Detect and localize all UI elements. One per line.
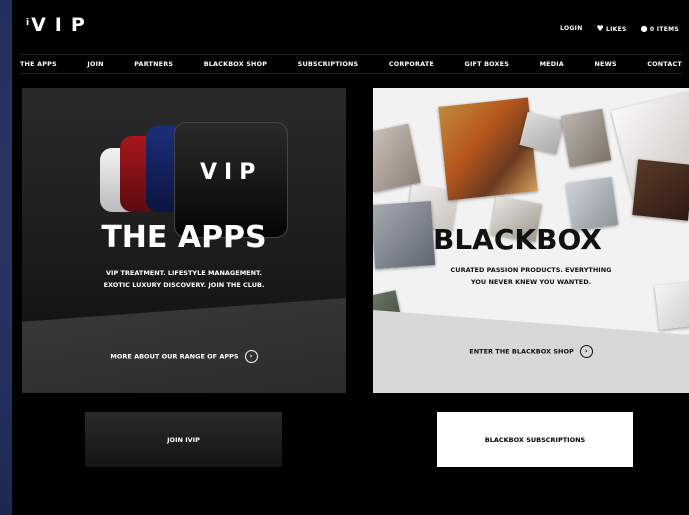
product-photo bbox=[632, 159, 689, 221]
panel-background-wedge bbox=[22, 298, 346, 393]
nav-item-news[interactable]: NEWS bbox=[595, 60, 617, 68]
apps-panel[interactable]: VIP THE APPS VIP TREATMENT. LIFESTYLE MA… bbox=[22, 88, 346, 393]
nav-item-join[interactable]: JOIN bbox=[87, 60, 103, 68]
likes-link[interactable]: ♥ LIKES bbox=[597, 24, 627, 33]
arrow-right-circle-icon: › bbox=[244, 350, 258, 363]
blackbox-title: BLACKBOX bbox=[433, 223, 602, 256]
apps-subtitle-line-1: VIP TREATMENT. LIFESTYLE MANAGEMENT. bbox=[106, 269, 262, 277]
nav-item-subscriptions[interactable]: SUBSCRIPTIONS bbox=[298, 60, 359, 68]
join-button-label: JOIN IVIP bbox=[167, 435, 200, 444]
subscriptions-button[interactable]: BLACKBOX SUBSCRIPTIONS bbox=[437, 412, 633, 467]
logo-text: VIP bbox=[31, 14, 94, 36]
basket-label: 0 ITEMS bbox=[649, 26, 679, 33]
nav-item-gift-boxes[interactable]: GIFT BOXES bbox=[465, 60, 510, 68]
logo[interactable]: iVIP bbox=[26, 14, 94, 36]
product-photo bbox=[560, 108, 612, 168]
product-photo bbox=[373, 123, 421, 193]
apps-subtitle: VIP TREATMENT. LIFESTYLE MANAGEMENT. EXO… bbox=[22, 267, 346, 291]
blackbox-shop-link[interactable]: ENTER THE BLACKBOX SHOP › bbox=[373, 345, 689, 358]
heart-icon: ♥ bbox=[596, 24, 604, 33]
site-container: iVIP LOGIN ♥ LIKES ● 0 ITEMS THE APPS JOIN… bbox=[12, 0, 689, 515]
app-card-logo: VIP bbox=[200, 160, 263, 185]
blackbox-subtitle-line-2: YOU NEVER KNEW YOU WANTED. bbox=[470, 278, 592, 286]
apps-more-link[interactable]: MORE ABOUT OUR RANGE OF APPS › bbox=[22, 350, 346, 363]
join-button[interactable]: JOIN IVIP bbox=[85, 412, 282, 467]
subscriptions-button-label: BLACKBOX SUBSCRIPTIONS bbox=[484, 435, 586, 444]
blackbox-subtitle: CURATED PASSION PRODUCTS. EVERYTHING YOU… bbox=[373, 264, 689, 288]
apps-title: THE APPS bbox=[101, 220, 267, 255]
product-photo bbox=[373, 200, 436, 270]
blackbox-shop-link-label: ENTER THE BLACKBOX SHOP bbox=[469, 347, 574, 356]
main-nav: THE APPS JOIN PARTNERS BLACKBOX SHOP SUB… bbox=[20, 54, 682, 74]
product-photo bbox=[654, 282, 689, 330]
nav-item-blackbox-shop[interactable]: BLACKBOX SHOP bbox=[204, 60, 267, 68]
nav-item-partners[interactable]: PARTNERS bbox=[134, 60, 173, 68]
apps-more-link-label: MORE ABOUT OUR RANGE OF APPS bbox=[110, 352, 239, 361]
arrow-right-circle-icon: › bbox=[579, 345, 593, 358]
account-links: LOGIN ♥ LIKES ● 0 ITEMS bbox=[560, 24, 679, 33]
blackbox-panel[interactable]: BLACKBOX CURATED PASSION PRODUCTS. EVERY… bbox=[373, 88, 689, 393]
header: iVIP LOGIN ♥ LIKES ● 0 ITEMS bbox=[12, 0, 689, 56]
bag-icon: ● bbox=[640, 24, 648, 33]
blackbox-subtitle-line-1: CURATED PASSION PRODUCTS. EVERYTHING bbox=[450, 266, 612, 274]
login-link[interactable]: LOGIN bbox=[560, 25, 582, 32]
product-photo bbox=[438, 97, 538, 201]
nav-item-the-apps[interactable]: THE APPS bbox=[20, 60, 57, 68]
likes-label: LIKES bbox=[606, 26, 627, 33]
apps-subtitle-line-2: EXOTIC LUXURY DISCOVERY. JOIN THE CLUB. bbox=[103, 281, 265, 289]
nav-item-contact[interactable]: CONTACT bbox=[647, 60, 682, 68]
nav-item-media[interactable]: MEDIA bbox=[540, 60, 564, 68]
nav-item-corporate[interactable]: CORPORATE bbox=[389, 60, 434, 68]
basket-link[interactable]: ● 0 ITEMS bbox=[641, 24, 679, 33]
